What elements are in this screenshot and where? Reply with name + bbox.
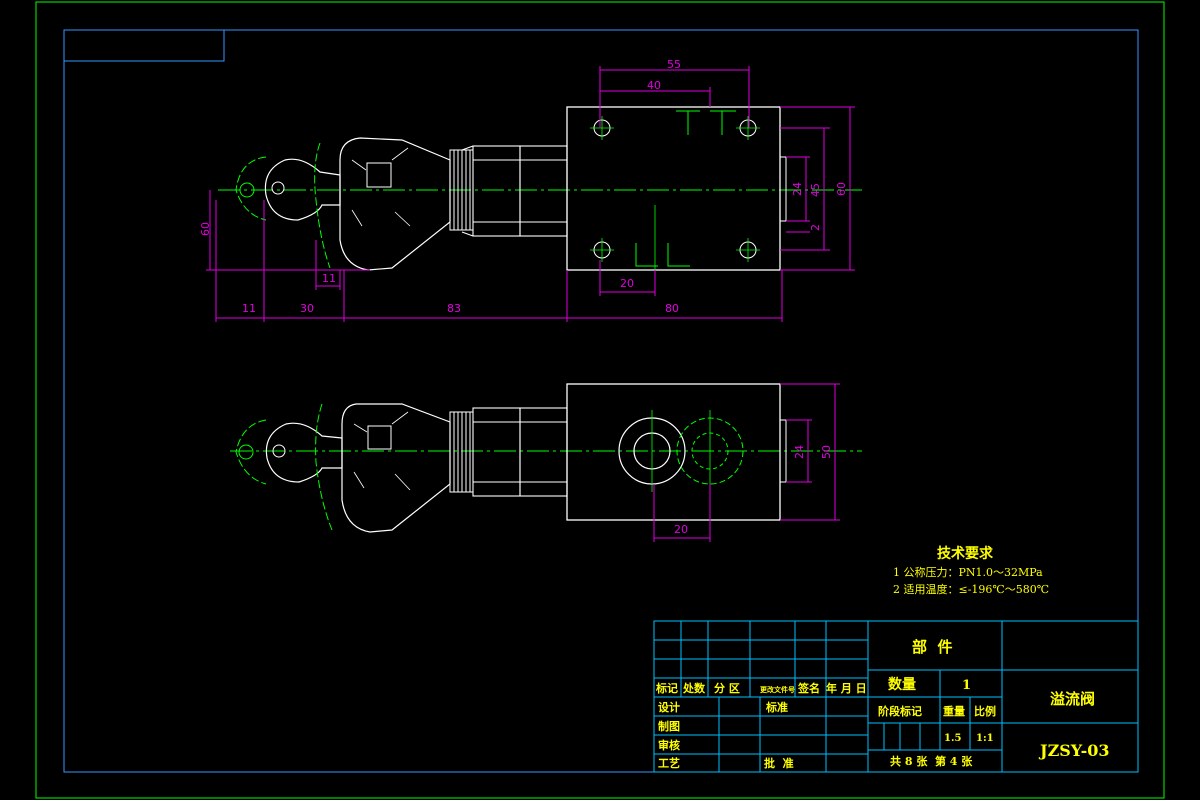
weight-label: 重量 <box>943 704 965 718</box>
weight-value: 1.5 <box>944 733 961 744</box>
valve-body-bottom <box>566 383 781 521</box>
dim-83: 83 <box>447 302 461 315</box>
hex-nut-top <box>461 145 568 237</box>
dim-24-bottom: 24 <box>793 445 806 459</box>
rev-header-zone: 分 区 <box>714 681 740 695</box>
dim-40: 40 <box>647 79 661 92</box>
row-process: 工艺 <box>658 756 680 770</box>
tech-requirement-2: 2 适用温度：≤-196℃～580℃ <box>893 582 1049 596</box>
dimension-lines-bottom <box>653 383 840 542</box>
drawing-name: 溢流阀 <box>1050 690 1095 708</box>
drawing-sheet: 55 40 24 45 60 2 20 60 11 11 30 83 80 24… <box>35 1 1165 799</box>
stem-square-top <box>366 162 392 188</box>
rev-header-date: 年 月 日 <box>826 681 867 695</box>
dim-11: 11 <box>242 302 256 315</box>
inner-border <box>63 29 1139 773</box>
part-label: 部 件 <box>912 638 952 656</box>
rev-header-sign: 签名 <box>797 681 820 695</box>
stage-label: 阶段标记 <box>878 704 922 718</box>
bolt-holes-top <box>593 119 757 259</box>
rev-header-count: 处数 <box>682 681 706 695</box>
dim-24-top: 24 <box>791 182 804 196</box>
dim-20-top: 20 <box>620 277 634 290</box>
hidden-features-top <box>635 110 736 267</box>
standardize-label: 标准 <box>765 700 788 714</box>
approve-label: 批 准 <box>764 756 794 770</box>
scale-label: 比例 <box>974 704 996 718</box>
dim-30: 30 <box>300 302 314 315</box>
scale-value: 1:1 <box>976 733 994 744</box>
handle-phantom-bottom <box>235 403 333 531</box>
drawing-code: JZSY-03 <box>1038 741 1110 760</box>
dim-45: 45 <box>809 183 822 197</box>
dim-60-right: 60 <box>835 182 848 196</box>
stem-square-bottom <box>367 425 392 450</box>
tech-requirement-1: 1 公称压力：PN1.0～32MPa <box>893 565 1043 579</box>
body-port-boss-top <box>779 156 787 222</box>
dim-50: 50 <box>820 445 833 459</box>
hex-nut-bottom <box>472 407 568 497</box>
row-drafting: 制图 <box>658 719 680 733</box>
dim-60-left: 60 <box>199 222 212 236</box>
bonnet-bottom <box>341 403 451 533</box>
dim-20-bottom: 20 <box>674 523 688 536</box>
bottom-view: 24 50 20 <box>230 383 862 542</box>
rev-header-docno: 更改文件号 <box>760 685 795 694</box>
sheets-text: 共 8 张 第 4 张 <box>890 754 973 768</box>
dim-11-mid: 11 <box>322 272 336 285</box>
row-review: 审核 <box>658 738 680 752</box>
thread-section-bottom <box>449 411 474 493</box>
dim-55: 55 <box>667 58 681 71</box>
dimension-lines-top <box>206 66 855 322</box>
dim-80: 80 <box>665 302 679 315</box>
rev-header-mark: 标记 <box>655 681 678 695</box>
row-design: 设计 <box>658 700 680 714</box>
handle-key-bottom <box>265 422 343 483</box>
corner-code-box <box>63 29 225 62</box>
tech-requirements-title: 技术要求 <box>937 545 994 562</box>
quantity-label: 数量 <box>888 676 916 693</box>
top-view: 55 40 24 45 60 2 20 60 11 11 30 83 80 <box>199 58 862 322</box>
dim-2: 2 <box>809 224 822 231</box>
tech-requirements: 技术要求 1 公称压力：PN1.0～32MPa 2 适用温度：≤-196℃～58… <box>893 545 1049 596</box>
quantity-value: 1 <box>962 678 971 693</box>
